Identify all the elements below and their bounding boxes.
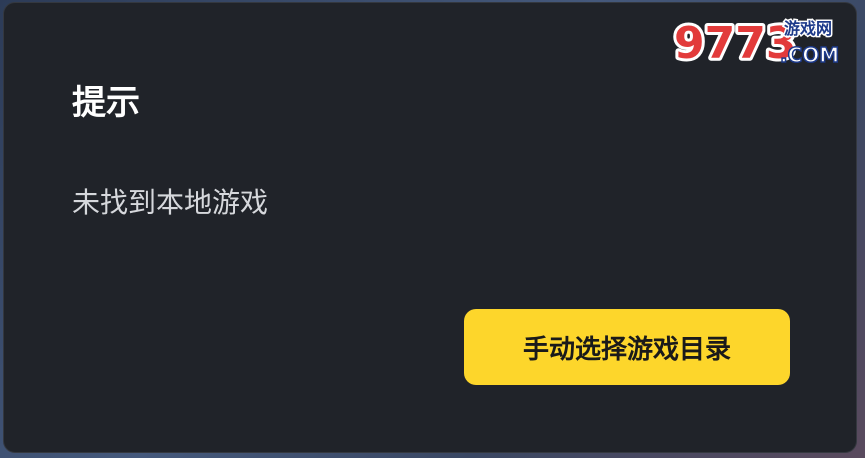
watermark-digits: 9773 [674,18,796,68]
site-watermark-logo: 9773 9773 游戏网 .COM [672,15,840,68]
watermark-domain: .COM [780,43,839,67]
alert-dialog: 提示 未找到本地游戏 手动选择游戏目录 [3,2,857,453]
dialog-title: 提示 [72,83,140,123]
watermark-tagline: 游戏网 [784,19,832,38]
dialog-message: 未找到本地游戏 [72,186,269,219]
select-game-directory-button[interactable]: 手动选择游戏目录 [464,309,790,385]
